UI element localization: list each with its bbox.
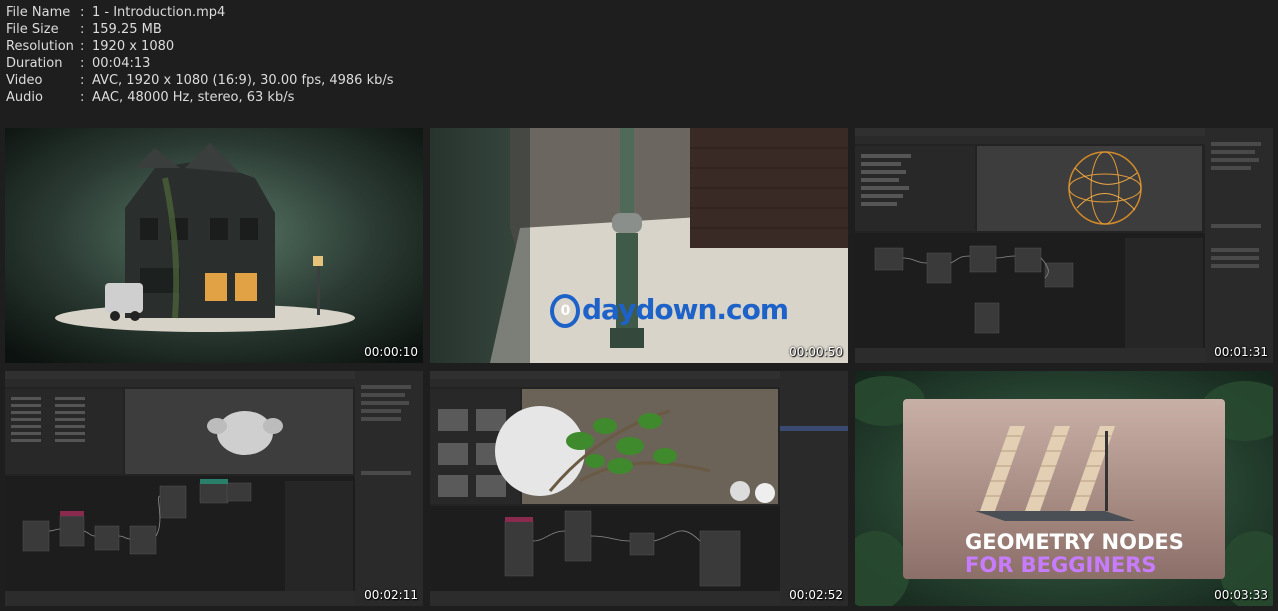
info-row: Video : AVC, 1920 x 1080 (16:9), 30.00 f… [6,73,394,88]
info-row: Resolution : 1920 x 1080 [6,39,175,54]
promo-title-line1: GEOMETRY NODES [965,530,1184,554]
blender-screenshot [430,371,848,606]
timestamp: 00:02:11 [364,588,418,602]
watermark-logo-icon: 0 [550,294,580,328]
info-row: File Size : 159.25 MB [6,22,162,37]
info-value: 1920 x 1080 [92,39,175,54]
blender-screenshot [5,371,423,606]
thumbnail-blender-monkey[interactable]: 00:02:11 [5,371,423,606]
house-render-image [5,128,423,363]
thumbnail-lamp-post[interactable]: 0 daydown.com 00:00:50 [430,128,848,363]
thumbnail-blender-wire-sphere[interactable]: 00:01:31 [855,128,1273,363]
timestamp: 00:00:50 [789,345,843,359]
timestamp: 00:03:33 [1214,588,1268,602]
thumbnail-promo-card[interactable]: GEOMETRY NODES FOR BEGGINERS 00:03:33 [855,371,1273,606]
info-key: Video [6,73,43,88]
info-key: File Size [6,22,59,37]
thumbnail-grid: 00:00:10 0 daydown.com 00:00:50 00:01:31… [5,128,1273,608]
file-info: File Name : 1 - Introduction.mp4 File Si… [6,4,394,106]
watermark: 0 daydown.com [550,293,789,328]
timestamp: 00:00:10 [364,345,418,359]
info-value: AAC, 48000 Hz, stereo, 63 kb/s [92,90,295,105]
info-row: Audio : AAC, 48000 Hz, stereo, 63 kb/s [6,90,295,105]
info-key: File Name [6,5,71,20]
info-key: Duration [6,56,63,71]
promo-title: GEOMETRY NODES FOR BEGGINERS [965,531,1265,577]
info-key: Audio [6,90,43,105]
timestamp: 00:01:31 [1214,345,1268,359]
info-row: Duration : 00:04:13 [6,56,151,71]
info-value: 1 - Introduction.mp4 [92,5,226,20]
info-value: 00:04:13 [92,56,151,71]
info-value: AVC, 1920 x 1080 (16:9), 30.00 fps, 4986… [92,73,394,88]
info-value: 159.25 MB [92,22,162,37]
promo-title-line2: FOR BEGGINERS [965,553,1157,577]
info-key: Resolution [6,39,74,54]
info-row: File Name : 1 - Introduction.mp4 [6,5,226,20]
thumbnail-house-render[interactable]: 00:00:10 [5,128,423,363]
thumbnail-blender-ivy[interactable]: 00:02:52 [430,371,848,606]
timestamp: 00:02:52 [789,588,843,602]
blender-screenshot [855,128,1273,363]
